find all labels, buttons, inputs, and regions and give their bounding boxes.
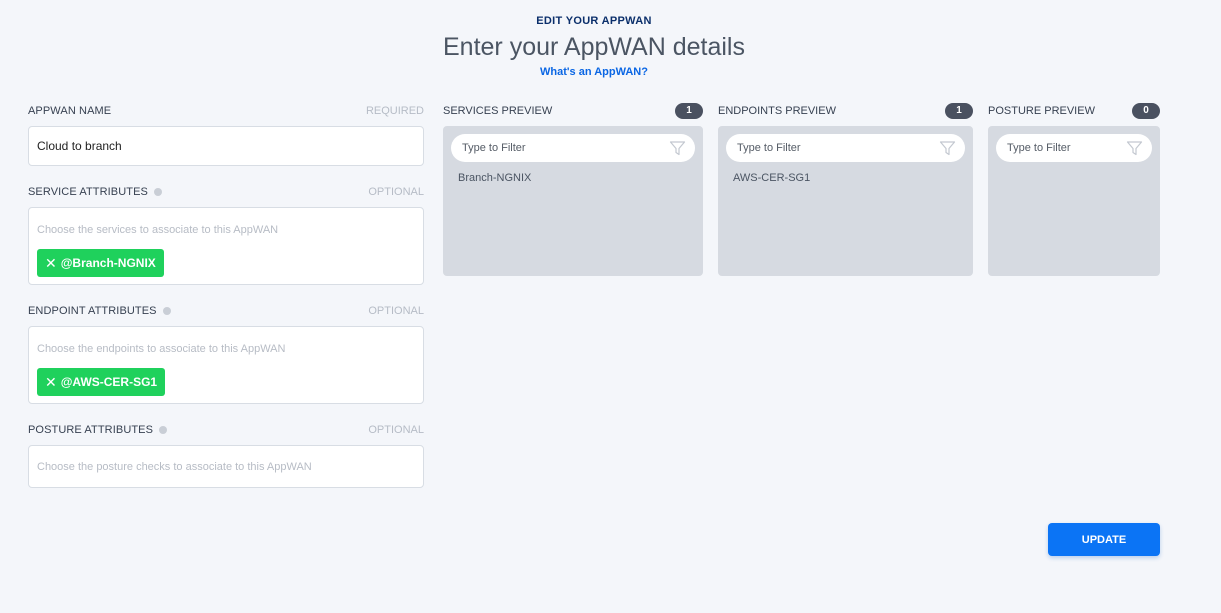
endpoint-attribute-chip[interactable]: ✕ @AWS-CER-SG1 (37, 368, 166, 396)
endpoints-filter-placeholder: Type to Filter (737, 142, 801, 154)
service-attributes-header: SERVICE ATTRIBUTES OPTIONAL (28, 181, 424, 203)
info-icon[interactable] (159, 426, 168, 435)
appwan-name-header: APPWAN NAME REQUIRED (28, 100, 424, 122)
service-attribute-chip-label: @Branch-NGNIX (60, 256, 156, 270)
posture-count-badge: 0 (1132, 103, 1160, 119)
services-preview-title: SERVICES PREVIEW (443, 105, 553, 117)
services-filter-placeholder: Type to Filter (462, 142, 526, 154)
endpoint-attributes-placeholder: Choose the endpoints to associate to thi… (37, 343, 286, 355)
list-item: AWS-CER-SG1 (733, 172, 811, 184)
update-button[interactable]: UPDATE (1048, 523, 1160, 556)
list-item: Branch-NGNIX (458, 172, 532, 184)
services-preview-list: Type to Filter Branch-NGNIX (443, 126, 703, 276)
appwan-name-input[interactable]: Cloud to branch (28, 126, 424, 166)
posture-preview-panel: POSTURE PREVIEW 0 Type to Filter (988, 100, 1160, 276)
service-attributes-placeholder: Choose the services to associate to this… (37, 224, 279, 236)
page-overline: EDIT YOUR APPWAN (536, 15, 652, 27)
close-icon[interactable]: ✕ (45, 374, 57, 391)
optional-note: OPTIONAL (368, 424, 424, 436)
endpoint-attributes-header: ENDPOINT ATTRIBUTES OPTIONAL (28, 300, 424, 322)
appwan-name-label: APPWAN NAME (28, 105, 112, 117)
endpoints-preview-title: ENDPOINTS PREVIEW (718, 105, 836, 117)
posture-filter-input[interactable]: Type to Filter (996, 134, 1152, 162)
endpoints-preview-panel: ENDPOINTS PREVIEW 1 Type to Filter AWS-C… (718, 100, 973, 276)
info-icon[interactable] (153, 188, 162, 197)
whats-an-appwan-link[interactable]: What's an AppWAN? (540, 65, 648, 79)
posture-preview-list: Type to Filter (988, 126, 1160, 276)
endpoint-attribute-chip-label: @AWS-CER-SG1 (60, 375, 158, 389)
appwan-form: APPWAN NAME REQUIRED Cloud to branch SER… (28, 100, 424, 488)
page-header: EDIT YOUR APPWAN Enter your AppWAN detai… (0, 14, 1188, 80)
info-icon[interactable] (162, 307, 171, 316)
funnel-icon[interactable] (1126, 140, 1143, 157)
posture-filter-placeholder: Type to Filter (1007, 142, 1071, 154)
appwan-name-value: Cloud to branch (37, 139, 122, 153)
services-preview-panel: SERVICES PREVIEW 1 Type to Filter Branch… (443, 100, 703, 276)
endpoints-count-badge: 1 (945, 103, 973, 119)
services-filter-input[interactable]: Type to Filter (451, 134, 695, 162)
posture-attributes-label: POSTURE ATTRIBUTES (28, 424, 154, 436)
posture-attributes-placeholder: Choose the posture checks to associate t… (37, 460, 312, 473)
funnel-icon[interactable] (669, 140, 686, 157)
service-attributes-input[interactable]: Choose the services to associate to this… (28, 207, 424, 285)
endpoints-preview-list: Type to Filter AWS-CER-SG1 (718, 126, 973, 276)
posture-attributes-header: POSTURE ATTRIBUTES OPTIONAL (28, 419, 424, 441)
required-note: REQUIRED (365, 105, 424, 117)
endpoints-filter-input[interactable]: Type to Filter (726, 134, 965, 162)
funnel-icon[interactable] (939, 140, 956, 157)
endpoint-attributes-input[interactable]: Choose the endpoints to associate to thi… (28, 326, 424, 404)
posture-preview-title: POSTURE PREVIEW (988, 105, 1095, 117)
services-count-badge: 1 (675, 103, 703, 119)
close-icon[interactable]: ✕ (45, 255, 57, 272)
page-title: Enter your AppWAN details (443, 33, 745, 61)
optional-note: OPTIONAL (368, 186, 424, 198)
service-attributes-label: SERVICE ATTRIBUTES (28, 186, 148, 198)
endpoint-attributes-label: ENDPOINT ATTRIBUTES (28, 305, 157, 317)
posture-attributes-input[interactable]: Choose the posture checks to associate t… (28, 445, 424, 488)
optional-note: OPTIONAL (368, 305, 424, 317)
service-attribute-chip[interactable]: ✕ @Branch-NGNIX (37, 249, 164, 277)
